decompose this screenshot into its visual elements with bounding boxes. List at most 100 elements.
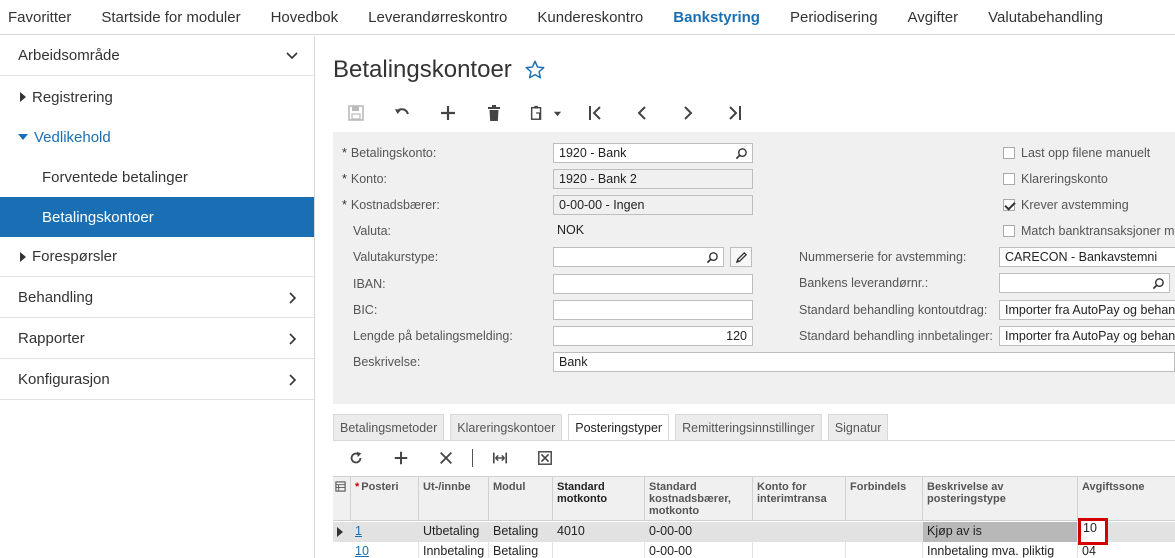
favorite-star-icon[interactable] [524, 59, 546, 81]
match-checkbox[interactable] [1003, 225, 1015, 237]
form-area: * Betalingskonto: 1920 - Bank * Konto: 192… [333, 132, 1175, 404]
search-icon[interactable] [735, 147, 748, 160]
cell-std-motkonto[interactable] [553, 542, 645, 558]
col-header-std-kostnad[interactable]: Standard kostnadsbærer, motkonto [645, 477, 753, 521]
tab-remitteringsinnstillinger[interactable]: Remitteringsinnstillinger [675, 414, 822, 440]
last-record-button[interactable] [711, 95, 757, 131]
cell-avgiftssone-highlighted[interactable]: 10 [1078, 518, 1108, 545]
col-header-forbindels[interactable]: Forbindels [846, 477, 923, 521]
match-checkbox-row[interactable]: Match banktransaksjoner me [1003, 224, 1175, 238]
edit-valutakurstype-button[interactable] [730, 247, 752, 267]
cell-posteri[interactable]: 1 [351, 522, 419, 542]
bankens-field[interactable] [999, 273, 1170, 293]
delete-button[interactable] [471, 95, 517, 131]
tab-klareringskontoer[interactable]: Klareringskontoer [450, 414, 563, 440]
search-icon[interactable] [706, 251, 719, 264]
iban-field[interactable] [553, 274, 753, 294]
last-opp-checkbox[interactable] [1003, 147, 1015, 159]
refresh-button[interactable] [333, 441, 378, 475]
nav-favoritter[interactable]: Favoritter [0, 9, 86, 26]
sidebar-workspace-header[interactable]: Arbeidsområde [0, 36, 314, 76]
nummerserie-field[interactable]: CARECON - Bankavstemni [999, 247, 1175, 267]
next-record-button[interactable] [665, 95, 711, 131]
search-icon[interactable] [1152, 277, 1165, 290]
sidebar-item-konfigurasjon[interactable]: Konfigurasjon [0, 360, 314, 400]
col-header-ut-innbe[interactable]: Ut-/innbe [419, 477, 489, 521]
cell-ut-innbe[interactable]: Innbetaling [419, 542, 489, 558]
cell-posteri[interactable]: 10 [351, 542, 419, 558]
tab-signatur[interactable]: Signatur [827, 414, 889, 440]
lengde-field[interactable]: 120 [553, 326, 753, 346]
col-header-posteri[interactable]: * Posteri [351, 477, 419, 521]
cell-forbindels[interactable] [846, 542, 923, 558]
std-innbetalinger-field[interactable]: Importer fra AutoPay og behand [999, 326, 1175, 346]
cell-modul[interactable]: Betaling [489, 542, 553, 558]
grid-add-row-button[interactable] [378, 441, 423, 475]
chevron-right-icon [684, 106, 693, 120]
sidebar-item-behandling[interactable]: Behandling [0, 278, 314, 318]
cell-std-kostnad[interactable]: 0-00-00 [645, 522, 753, 542]
add-button[interactable] [425, 95, 471, 131]
nav-avgifter[interactable]: Avgifter [893, 9, 974, 26]
cell-beskrivelse[interactable]: Innbetaling mva. pliktig [923, 542, 1078, 558]
bic-field[interactable] [553, 300, 753, 320]
sidebar-item-forventede-betalinger[interactable]: Forventede betalinger [0, 157, 314, 197]
first-icon [589, 106, 601, 120]
betalingskonto-field[interactable]: 1920 - Bank [553, 143, 753, 163]
tab-posteringstyper[interactable]: Posteringstyper [568, 414, 670, 441]
grid-settings-column[interactable] [333, 477, 351, 521]
sidebar-item-registrering[interactable]: Registrering [0, 77, 314, 117]
cell-beskrivelse[interactable]: Kjøp av is [923, 522, 1078, 542]
cell-std-motkonto[interactable]: 4010 [553, 522, 645, 542]
nav-bankstyring[interactable]: Bankstyring [658, 9, 775, 26]
cell-modul[interactable]: Betaling [489, 522, 553, 542]
cell-ut-innbe[interactable]: Utbetaling [419, 522, 489, 542]
table-row[interactable]: 10 Innbetaling Betaling 0-00-00 Innbetal… [333, 542, 1175, 558]
first-record-button[interactable] [573, 95, 619, 131]
nav-kundereskontro[interactable]: Kundereskontro [522, 9, 658, 26]
pencil-icon [735, 251, 747, 263]
konto-field: 1920 - Bank 2 [553, 169, 753, 189]
sidebar-item-foresporsler[interactable]: Forespørsler [0, 237, 314, 277]
valutakurstype-field[interactable] [553, 247, 724, 267]
grid-settings-icon [335, 481, 346, 492]
last-opp-checkbox-row[interactable]: Last opp filene manuelt [1003, 146, 1150, 160]
undo-icon [395, 108, 409, 115]
cell-konto-interim[interactable] [753, 522, 846, 542]
undo-button[interactable] [379, 95, 425, 131]
clipboard-dropdown-button[interactable] [517, 95, 573, 131]
sidebar-item-rapporter[interactable]: Rapporter [0, 319, 314, 359]
krever-avstemming-checkbox[interactable] [1003, 199, 1015, 211]
sidebar-item-betalingskontoer[interactable]: Betalingskontoer [0, 197, 314, 237]
krever-avstemming-checkbox-row[interactable]: Krever avstemming [1003, 198, 1129, 212]
cell-std-kostnad[interactable]: 0-00-00 [645, 542, 753, 558]
nav-valutabehandling[interactable]: Valutabehandling [973, 9, 1118, 26]
col-header-modul[interactable]: Modul [489, 477, 553, 521]
cell-forbindels[interactable] [846, 522, 923, 542]
save-button[interactable] [333, 95, 379, 131]
nav-leverandorreskontro[interactable]: Leverandørreskontro [353, 9, 522, 26]
beskrivelse-field[interactable]: Bank [553, 352, 1175, 372]
klareringskonto-checkbox-row[interactable]: Klareringskonto [1003, 172, 1108, 186]
nav-periodisering[interactable]: Periodisering [775, 9, 893, 26]
chevron-right-icon [289, 292, 297, 304]
col-header-konto-interim[interactable]: Konto for interimtransa [753, 477, 846, 521]
table-row[interactable]: 1 Utbetaling Betaling 4010 0-00-00 Kjøp … [333, 518, 1175, 545]
cell-konto-interim[interactable] [753, 542, 846, 558]
klareringskonto-checkbox[interactable] [1003, 173, 1015, 185]
fit-columns-button[interactable] [477, 441, 522, 475]
export-excel-button[interactable] [522, 441, 567, 475]
cell-avgiftssone[interactable]: 04 [1078, 542, 1175, 558]
sidebar-item-vedlikehold[interactable]: Vedlikehold [0, 117, 314, 157]
std-kontoutdrag-label: Standard behandling kontoutdrag: [799, 303, 988, 317]
col-header-beskrivelse[interactable]: Beskrivelse av posteringstype [923, 477, 1078, 521]
grid-delete-row-button[interactable] [423, 441, 468, 475]
nav-hovedbok[interactable]: Hovedbok [256, 9, 354, 26]
nav-startside[interactable]: Startside for moduler [86, 9, 255, 26]
col-header-std-motkonto[interactable]: Standard motkonto [553, 477, 645, 521]
previous-record-button[interactable] [619, 95, 665, 131]
tab-betalingsmetoder[interactable]: Betalingsmetoder [333, 414, 445, 440]
chevron-down-icon [286, 52, 298, 60]
col-header-avgiftssone[interactable]: Avgiftssone [1078, 477, 1175, 521]
std-kontoutdrag-field[interactable]: Importer fra AutoPay og behand [999, 300, 1175, 320]
